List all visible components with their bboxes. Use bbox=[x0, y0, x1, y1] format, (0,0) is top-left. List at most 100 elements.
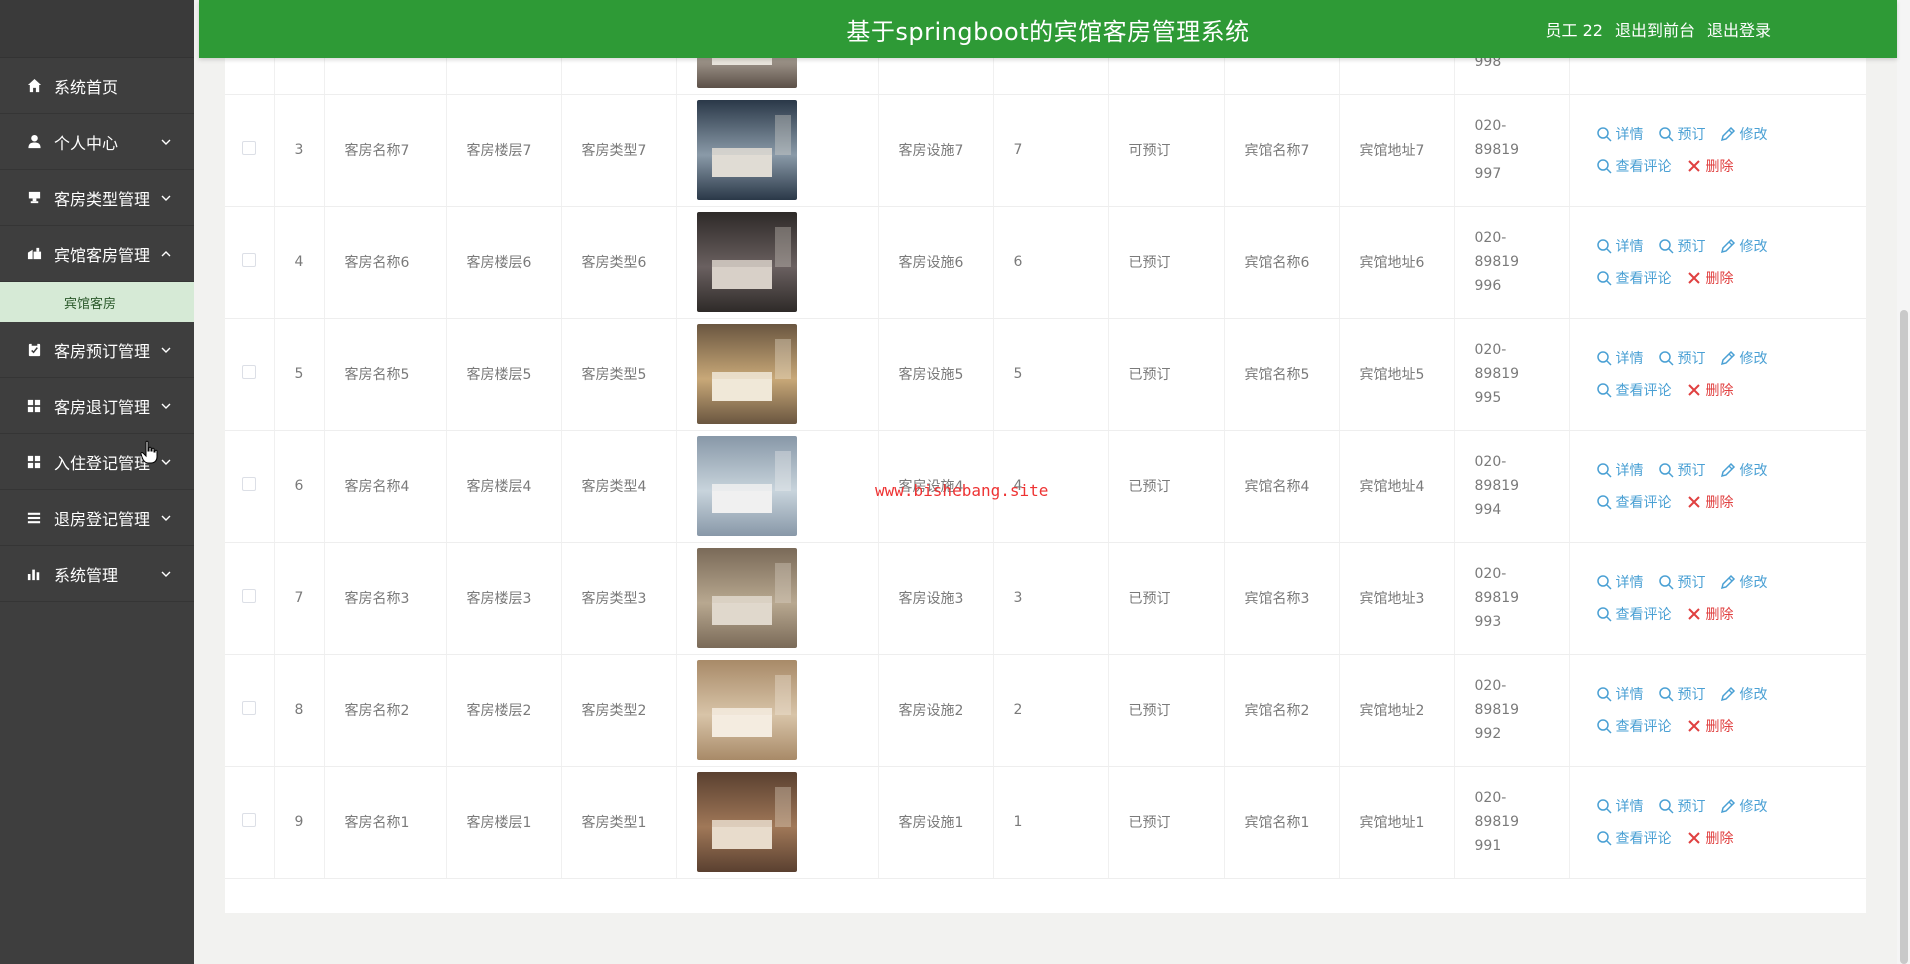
review-label: 查看评论 bbox=[1615, 607, 1672, 623]
search-icon bbox=[1596, 463, 1612, 478]
delete-button[interactable]: 删除 bbox=[1686, 716, 1734, 736]
sidebar-item-checkout[interactable]: 退房登记管理 bbox=[0, 490, 194, 546]
detail-button[interactable]: 详情 bbox=[1596, 684, 1644, 704]
room-photo[interactable] bbox=[696, 100, 797, 200]
row-checkbox[interactable] bbox=[242, 701, 257, 715]
view-review-button[interactable]: 查看评论 bbox=[1596, 604, 1672, 624]
room-photo[interactable] bbox=[696, 772, 797, 872]
detail-button[interactable]: 详情 bbox=[1596, 236, 1644, 256]
vertical-scrollbar[interactable] bbox=[1897, 0, 1910, 964]
sidebar-subitem-label: 宾馆客房 bbox=[64, 296, 117, 312]
search-icon bbox=[1658, 799, 1674, 814]
cell-room-number: 6 bbox=[993, 206, 1109, 319]
delete-button[interactable]: 删除 bbox=[1686, 156, 1734, 176]
edit-button[interactable]: 修改 bbox=[1720, 236, 1768, 256]
detail-button[interactable]: 详情 bbox=[1596, 124, 1644, 144]
cell-actions: 详情 预订 修改查看评论 删除 bbox=[1569, 766, 1866, 879]
edit-button[interactable]: 修改 bbox=[1720, 460, 1768, 480]
view-review-button[interactable]: 查看评论 bbox=[1596, 716, 1672, 736]
delete-button[interactable]: 删除 bbox=[1686, 380, 1734, 400]
sidebar-item-room-type[interactable]: 客房类型管理 bbox=[0, 170, 194, 226]
book-button[interactable]: 预订 bbox=[1658, 460, 1706, 480]
cell-hotel-name: 宾馆名称7 bbox=[1224, 94, 1340, 207]
room-photo[interactable] bbox=[696, 324, 797, 424]
cell-room-name: 客房名称6 bbox=[324, 206, 447, 319]
sidebar-item-cancel-booking[interactable]: 客房退订管理 bbox=[0, 378, 194, 434]
sidebar-item-hotel-room[interactable]: 宾馆客房管理 bbox=[0, 226, 194, 282]
book-button[interactable]: 预订 bbox=[1658, 348, 1706, 368]
action-row-2: 查看评论 删除 bbox=[1596, 825, 1866, 851]
sidebar: 系统首页 个人中心 客房类型管理 宾馆客房管理 宾馆客房 客房预订管理 客房退订… bbox=[0, 0, 194, 964]
book-button[interactable]: 预订 bbox=[1658, 236, 1706, 256]
cell-index: 6 bbox=[274, 430, 325, 543]
row-checkbox-cell bbox=[225, 94, 275, 207]
sidebar-subitem-hotel-room[interactable]: 宾馆客房 bbox=[0, 282, 194, 322]
sidebar-item-checkin[interactable]: 入住登记管理 bbox=[0, 434, 194, 490]
detail-button[interactable]: 详情 bbox=[1596, 348, 1644, 368]
cell-phone: 020-89819 993 bbox=[1454, 542, 1570, 655]
grid-icon bbox=[26, 454, 42, 470]
row-checkbox[interactable] bbox=[242, 589, 257, 603]
room-photo[interactable] bbox=[696, 436, 797, 536]
view-review-button[interactable]: 查看评论 bbox=[1596, 268, 1672, 288]
view-review-button[interactable]: 查看评论 bbox=[1596, 156, 1672, 176]
book-button[interactable]: 预订 bbox=[1658, 124, 1706, 144]
sidebar-item-booking[interactable]: 客房预订管理 bbox=[0, 322, 194, 378]
edit-button[interactable]: 修改 bbox=[1720, 796, 1768, 816]
search-icon bbox=[1658, 351, 1674, 366]
cell-hotel-name: 宾馆名称5 bbox=[1224, 318, 1340, 431]
delete-button[interactable]: 删除 bbox=[1686, 268, 1734, 288]
row-checkbox[interactable] bbox=[242, 813, 257, 827]
row-checkbox-cell bbox=[225, 206, 275, 319]
sidebar-item-home[interactable]: 系统首页 bbox=[0, 58, 194, 114]
cell-room-name: 客房名称1 bbox=[324, 766, 447, 879]
edit-button[interactable]: 修改 bbox=[1720, 572, 1768, 592]
edit-button[interactable]: 修改 bbox=[1720, 348, 1768, 368]
view-review-button[interactable]: 查看评论 bbox=[1596, 492, 1672, 512]
row-checkbox[interactable] bbox=[242, 477, 257, 491]
detail-button[interactable]: 详情 bbox=[1596, 460, 1644, 480]
cell-hotel-name: 宾馆名称1 bbox=[1224, 766, 1340, 879]
cell-hotel-address: 宾馆地址2 bbox=[1339, 654, 1455, 767]
logout-link[interactable]: 退出登录 bbox=[1707, 17, 1771, 41]
book-button[interactable]: 预订 bbox=[1658, 572, 1706, 592]
cell-room-type: 客房类型1 bbox=[561, 766, 677, 879]
room-photo[interactable] bbox=[696, 548, 797, 648]
room-photo[interactable] bbox=[696, 660, 797, 760]
row-checkbox[interactable] bbox=[242, 365, 257, 379]
sidebar-item-label: 退房登记管理 bbox=[54, 509, 151, 529]
goto-front-link[interactable]: 退出到前台 bbox=[1615, 17, 1695, 41]
view-review-button[interactable]: 查看评论 bbox=[1596, 380, 1672, 400]
cell-room-photo bbox=[676, 542, 879, 655]
search-icon bbox=[1658, 127, 1674, 142]
cell-room-floor: 客房楼层4 bbox=[446, 430, 562, 543]
sidebar-item-label: 个人中心 bbox=[54, 133, 119, 153]
view-review-button[interactable]: 查看评论 bbox=[1596, 828, 1672, 848]
row-checkbox-cell bbox=[225, 654, 275, 767]
tag-icon bbox=[26, 190, 42, 206]
review-label: 查看评论 bbox=[1615, 159, 1672, 175]
search-icon bbox=[1596, 271, 1612, 286]
room-photo[interactable] bbox=[696, 212, 797, 312]
detail-button[interactable]: 详情 bbox=[1596, 572, 1644, 592]
cell-room-number: 1 bbox=[993, 766, 1109, 879]
delete-button[interactable]: 删除 bbox=[1686, 492, 1734, 512]
book-button[interactable]: 预订 bbox=[1658, 796, 1706, 816]
cell-hotel-name: 宾馆名称3 bbox=[1224, 542, 1340, 655]
close-icon bbox=[1687, 384, 1700, 396]
action-row-1: 详情 预订 修改 bbox=[1596, 569, 1866, 595]
book-label: 预订 bbox=[1677, 127, 1706, 143]
book-button[interactable]: 预订 bbox=[1658, 684, 1706, 704]
edit-button[interactable]: 修改 bbox=[1720, 684, 1768, 704]
search-icon bbox=[1596, 687, 1612, 702]
scrollbar-thumb[interactable] bbox=[1900, 310, 1908, 964]
delete-button[interactable]: 删除 bbox=[1686, 604, 1734, 624]
delete-button[interactable]: 删除 bbox=[1686, 828, 1734, 848]
row-checkbox[interactable] bbox=[242, 141, 257, 155]
sidebar-item-profile[interactable]: 个人中心 bbox=[0, 114, 194, 170]
action-row-2: 查看评论 删除 bbox=[1596, 489, 1866, 515]
detail-button[interactable]: 详情 bbox=[1596, 796, 1644, 816]
row-checkbox[interactable] bbox=[242, 253, 257, 267]
edit-button[interactable]: 修改 bbox=[1720, 124, 1768, 144]
sidebar-item-system[interactable]: 系统管理 bbox=[0, 546, 194, 602]
